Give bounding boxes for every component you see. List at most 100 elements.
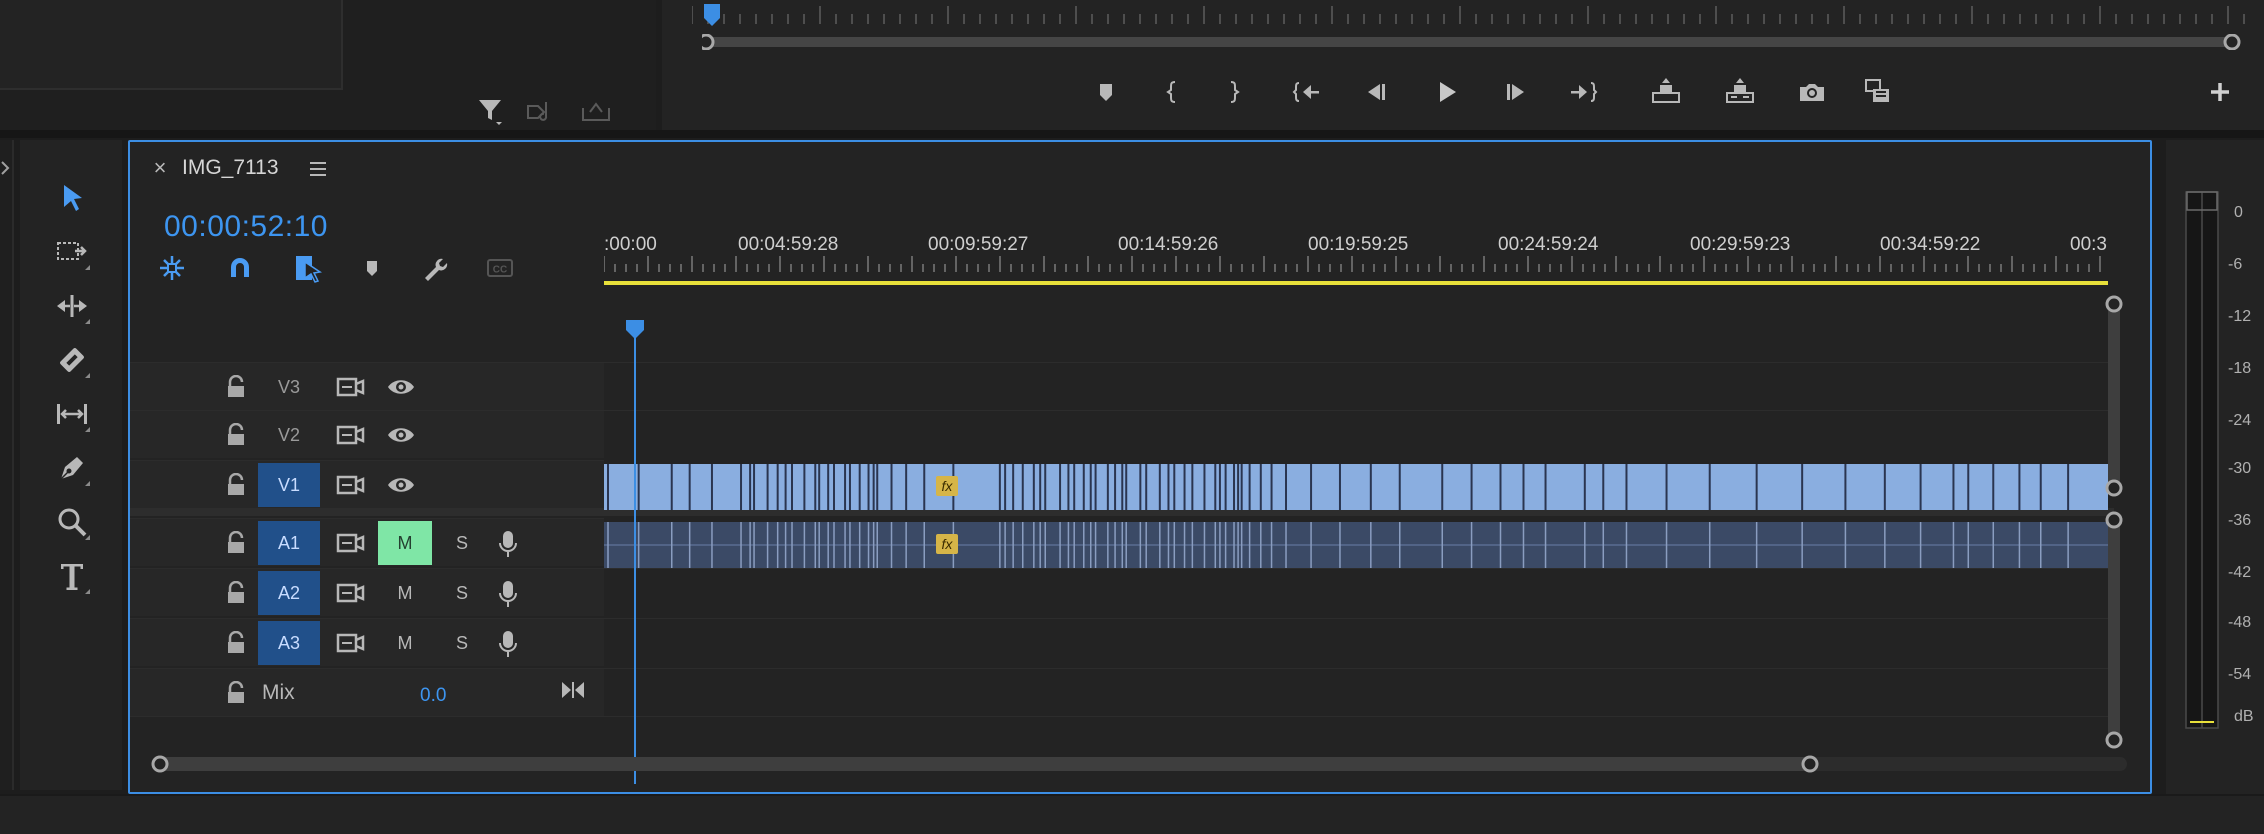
eye-icon[interactable] (386, 473, 416, 497)
track-name-a1[interactable]: A1 (258, 521, 320, 565)
pen-tool[interactable] (42, 444, 102, 492)
panel-divider (0, 130, 2264, 138)
monitor-time-ruler[interactable] (692, 0, 2252, 30)
mix-pan-icon[interactable] (560, 679, 586, 701)
meter-scale-label: -36 (2228, 512, 2252, 529)
ruler-label: 00:19:59:25 (1308, 234, 1409, 255)
play-button[interactable] (1426, 74, 1466, 110)
sequence-tab-title[interactable]: IMG_7113 (182, 156, 279, 180)
lock-icon[interactable] (226, 531, 246, 555)
sync-lock-icon[interactable] (335, 581, 365, 605)
insert-overwrite-button[interactable] (1858, 74, 1898, 110)
track-header-a3: A3 M S (130, 618, 604, 666)
lock-icon[interactable] (226, 423, 246, 447)
captions-button[interactable]: CC (480, 250, 520, 286)
meter-scale-label: -42 (2228, 564, 2252, 581)
meter-scale-label: -12 (2228, 308, 2252, 325)
lock-icon[interactable] (226, 681, 246, 705)
track-name-v2[interactable]: V2 (258, 413, 320, 457)
track-area-mix[interactable] (604, 668, 2114, 716)
svg-text:CC: CC (493, 265, 507, 276)
insert-overwrite-icon (1865, 79, 1889, 102)
step-forward-button[interactable] (1496, 74, 1536, 110)
monitor-zoom-scrollbar[interactable] (702, 34, 2242, 50)
zoom-tool[interactable] (42, 498, 102, 546)
solo-button-a3[interactable]: S (442, 621, 482, 665)
mute-button-a1[interactable]: M (378, 521, 432, 565)
extract-button[interactable] (1720, 74, 1760, 110)
sync-lock-icon[interactable] (335, 531, 365, 555)
lift-button[interactable] (1646, 74, 1686, 110)
playhead-handle[interactable] (624, 318, 646, 340)
mark-out-button[interactable] (1214, 74, 1254, 110)
track-name-a2[interactable]: A2 (258, 571, 320, 615)
meter-scale-label: -30 (2228, 460, 2252, 477)
linked-selection-icon (296, 256, 322, 283)
razor-tool[interactable] (42, 336, 102, 384)
mark-in-icon (1166, 81, 1176, 103)
track-name-a3[interactable]: A3 (258, 621, 320, 665)
video-clip-strip-v1[interactable] (604, 464, 2108, 510)
track-area-a2[interactable] (604, 568, 2114, 616)
playhead-timecode[interactable]: 00:00:52:10 (164, 210, 328, 244)
microphone-icon[interactable] (496, 629, 520, 659)
add-marker-icon (367, 261, 377, 276)
ruler-label: 00:3 (2070, 234, 2107, 255)
filter-icon[interactable] (476, 96, 504, 126)
type-tool[interactable] (42, 552, 102, 600)
ripple-edit-tool[interactable] (42, 282, 102, 330)
meter-scale-label: -18 (2228, 360, 2252, 377)
nest-sequence-button[interactable] (152, 250, 192, 286)
ruler-label: 00:09:59:27 (928, 234, 1029, 255)
mix-volume-value[interactable]: 0.0 (420, 685, 446, 707)
mark-in-button[interactable] (1152, 74, 1192, 110)
close-icon[interactable]: × (148, 156, 172, 180)
extract-icon (1726, 78, 1754, 103)
step-back-icon (1368, 84, 1385, 100)
lock-icon[interactable] (226, 473, 246, 497)
step-back-button[interactable] (1356, 74, 1396, 110)
track-area-v3[interactable] (604, 362, 2114, 410)
panel-menu-icon[interactable] (306, 158, 330, 180)
track-area-a3[interactable] (604, 618, 2114, 666)
lock-icon[interactable] (226, 581, 246, 605)
eye-icon[interactable] (386, 375, 416, 399)
add-marker-button[interactable] (1086, 74, 1126, 110)
timeline-add-marker-button[interactable] (352, 250, 392, 286)
fx-badge[interactable]: fx (936, 476, 958, 496)
go-to-in-button[interactable] (1286, 74, 1326, 110)
solo-button-a2[interactable]: S (442, 571, 482, 615)
snap-button[interactable] (220, 250, 260, 286)
mute-button-a2[interactable]: M (378, 571, 432, 615)
timeline-horizontal-scrollbar[interactable] (150, 752, 2130, 776)
selection-tool[interactable] (42, 174, 102, 222)
audio-clip-strip-a1[interactable] (604, 522, 2108, 568)
slip-tool[interactable] (42, 390, 102, 438)
playhead-line[interactable] (634, 322, 636, 784)
fx-badge[interactable]: fx (936, 534, 958, 554)
lock-icon[interactable] (226, 631, 246, 655)
add-button[interactable] (2200, 74, 2240, 110)
eye-icon[interactable] (386, 423, 416, 447)
track-name-v1[interactable]: V1 (258, 463, 320, 507)
linked-selection-button[interactable] (288, 250, 328, 286)
lock-icon[interactable] (226, 375, 246, 399)
track-name-v3[interactable]: V3 (258, 365, 320, 409)
automate-to-sequence-icon (526, 98, 558, 124)
go-to-out-button[interactable] (1564, 74, 1604, 110)
timeline-settings-button[interactable] (414, 250, 454, 286)
track-select-tool[interactable] (42, 228, 102, 276)
export-frame-button[interactable] (1792, 74, 1832, 110)
sync-lock-icon[interactable] (335, 631, 365, 655)
track-bottom-border (130, 716, 2114, 717)
sync-lock-icon[interactable] (335, 375, 365, 399)
sync-lock-icon[interactable] (335, 473, 365, 497)
microphone-icon[interactable] (496, 579, 520, 609)
ruler-label: 00:14:59:26 (1118, 234, 1219, 255)
track-area-v2[interactable] (604, 410, 2114, 458)
timeline-vertical-scrollbar[interactable] (2104, 292, 2124, 752)
sync-lock-icon[interactable] (335, 423, 365, 447)
microphone-icon[interactable] (496, 529, 520, 559)
mute-button-a3[interactable]: M (378, 621, 432, 665)
solo-button-a1[interactable]: S (442, 521, 482, 565)
